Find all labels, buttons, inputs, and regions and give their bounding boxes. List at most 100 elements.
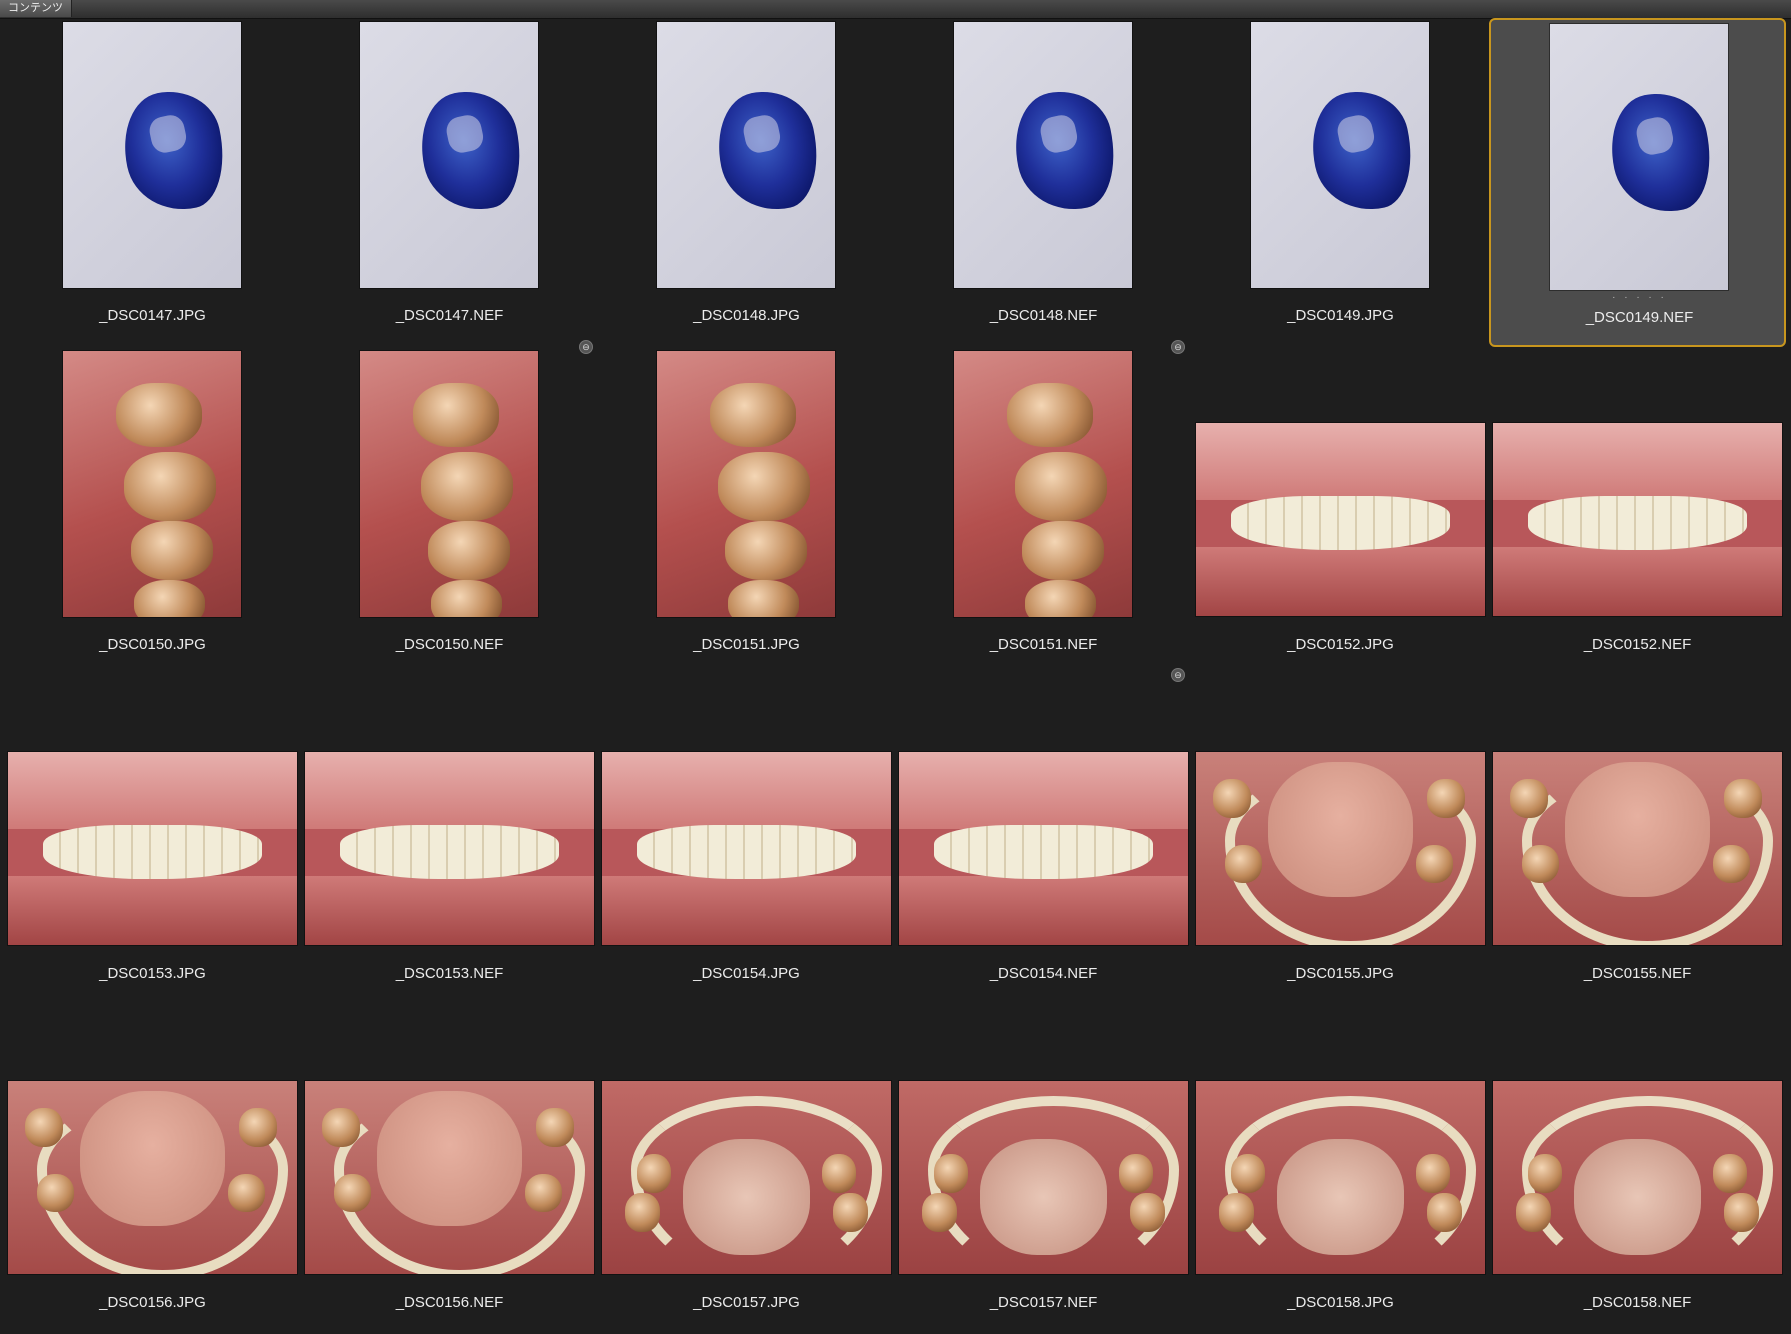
thumbnail-image[interactable] (1196, 752, 1485, 945)
thumbnail-image[interactable] (1493, 423, 1782, 616)
thumbnail-area[interactable] (895, 347, 1192, 617)
thumbnail-area[interactable] (1192, 347, 1489, 617)
thumbnail-filename: _DSC0147.NEF (395, 307, 504, 324)
thumbnail-area[interactable] (598, 676, 895, 946)
thumbnail-area[interactable] (598, 18, 895, 288)
stack-link-icon[interactable]: ⊖ (1171, 340, 1185, 354)
thumbnail-area[interactable] (1192, 676, 1489, 946)
thumbnail-filename: _DSC0151.JPG (693, 636, 800, 653)
thumbnail-area[interactable] (4, 676, 301, 946)
thumbnail-image[interactable] (8, 752, 297, 945)
thumbnail-filename: _DSC0150.JPG (99, 636, 206, 653)
thumbnail-filename: _DSC0155.NEF (1583, 965, 1692, 982)
thumbnail-image[interactable] (8, 1081, 297, 1274)
thumbnail-item[interactable]: _DSC0157.NEF (895, 1005, 1192, 1334)
thumbnail-image[interactable] (1493, 1081, 1782, 1274)
thumbnail-image[interactable] (657, 22, 835, 288)
thumbnail-filename: _DSC0158.NEF (1583, 1294, 1692, 1311)
thumbnail-image[interactable] (360, 22, 538, 288)
rating-dots[interactable]: · · · · · (1491, 292, 1788, 303)
thumbnail-item[interactable]: _DSC0154.NEF (895, 676, 1192, 1005)
thumbnail-item[interactable]: _DSC0158.NEF (1489, 1005, 1786, 1334)
thumbnail-image[interactable] (602, 752, 891, 945)
thumbnail-item[interactable]: _DSC0148.NEF (895, 18, 1192, 347)
thumbnail-item[interactable]: _DSC0153.JPG (4, 676, 301, 1005)
thumbnail-area[interactable] (4, 347, 301, 617)
thumbnail-item[interactable]: _DSC0148.JPG (598, 18, 895, 347)
thumbnail-area[interactable] (1491, 20, 1788, 290)
thumbnail-image[interactable] (305, 1081, 594, 1274)
thumbnail-item[interactable]: _DSC0152.JPG (1192, 347, 1489, 676)
thumbnail-item[interactable]: _DSC0158.JPG (1192, 1005, 1489, 1334)
thumbnail-item[interactable]: _DSC0154.JPG (598, 676, 895, 1005)
thumbnail-area[interactable] (301, 1005, 598, 1275)
thumbnail-filename: _DSC0157.JPG (693, 1294, 800, 1311)
thumbnail-area[interactable] (1192, 18, 1489, 288)
thumbnail-image[interactable] (360, 351, 538, 617)
thumbnail-area[interactable] (598, 347, 895, 617)
thumbnail-image[interactable] (63, 22, 241, 288)
thumbnail-area[interactable] (301, 347, 598, 617)
thumbnail-filename: _DSC0156.NEF (395, 1294, 504, 1311)
thumbnail-item[interactable]: _DSC0151.NEF (895, 347, 1192, 676)
thumbnail-filename: _DSC0154.JPG (693, 965, 800, 982)
thumbnail-image[interactable] (1196, 1081, 1485, 1274)
thumbnail-item[interactable]: _DSC0156.NEF (301, 1005, 598, 1334)
thumbnail-filename: _DSC0152.JPG (1287, 636, 1394, 653)
thumbnail-item[interactable]: _DSC0157.JPG (598, 1005, 895, 1334)
thumbnail-filename: _DSC0157.NEF (989, 1294, 1098, 1311)
thumbnail-area[interactable] (1489, 1005, 1786, 1275)
thumbnail-image[interactable] (899, 1081, 1188, 1274)
thumbnail-area[interactable] (301, 18, 598, 288)
thumbnail-area[interactable] (4, 18, 301, 288)
stack-link-icon[interactable]: ⊖ (1171, 668, 1185, 682)
thumbnail-item[interactable]: _DSC0151.JPG (598, 347, 895, 676)
thumbnail-filename: _DSC0153.NEF (395, 965, 504, 982)
thumbnail-filename: _DSC0152.NEF (1583, 636, 1692, 653)
thumbnail-area[interactable] (1192, 1005, 1489, 1275)
thumbnail-area[interactable] (598, 1005, 895, 1275)
thumbnail-image[interactable] (899, 752, 1188, 945)
thumbnail-image[interactable] (954, 351, 1132, 617)
thumbnail-image[interactable] (954, 22, 1132, 288)
thumbnail-item[interactable]: _DSC0150.JPG (4, 347, 301, 676)
thumbnail-area[interactable] (4, 1005, 301, 1275)
thumbnail-area[interactable] (895, 676, 1192, 946)
thumbnail-image[interactable] (305, 752, 594, 945)
thumbnail-area[interactable] (1489, 676, 1786, 946)
thumbnail-item[interactable]: · · · · · _DSC0149.NEF (1489, 18, 1786, 347)
thumbnail-item[interactable]: _DSC0155.JPG (1192, 676, 1489, 1005)
thumbnail-filename: _DSC0158.JPG (1287, 1294, 1394, 1311)
thumbnail-item[interactable]: _DSC0153.NEF (301, 676, 598, 1005)
thumbnail-filename: _DSC0149.JPG (1287, 307, 1394, 324)
thumbnail-item[interactable]: _DSC0147.NEF (301, 18, 598, 347)
thumbnail-item[interactable]: _DSC0149.JPG (1192, 18, 1489, 347)
thumbnail-image[interactable] (657, 351, 835, 617)
thumbnail-area[interactable] (301, 676, 598, 946)
thumbnail-item[interactable]: _DSC0152.NEF (1489, 347, 1786, 676)
thumbnail-item[interactable]: _DSC0150.NEF (301, 347, 598, 676)
tab-contents[interactable]: コンテンツ (0, 0, 72, 17)
thumbnail-filename: _DSC0147.JPG (99, 307, 206, 324)
thumbnail-filename: _DSC0149.NEF (1585, 309, 1694, 326)
stack-link-icon[interactable]: ⊖ (579, 340, 593, 354)
thumbnail-area[interactable] (895, 18, 1192, 288)
thumbnail-image[interactable] (602, 1081, 891, 1274)
thumbnail-image[interactable] (1550, 24, 1728, 290)
thumbnail-filename: _DSC0150.NEF (395, 636, 504, 653)
thumbnail-area[interactable] (895, 1005, 1192, 1275)
thumbnail-image[interactable] (1493, 752, 1782, 945)
thumbnail-image[interactable] (63, 351, 241, 617)
thumbnail-image[interactable] (1196, 423, 1485, 616)
thumbnail-area[interactable] (1489, 347, 1786, 617)
thumbnail-item[interactable]: _DSC0147.JPG (4, 18, 301, 347)
thumbnail-image[interactable] (1251, 22, 1429, 288)
thumbnail-filename: _DSC0148.NEF (989, 307, 1098, 324)
thumbnail-filename: _DSC0148.JPG (693, 307, 800, 324)
thumbnail-grid: _DSC0147.JPG _DSC0147.NEF _DSC0148.JPG _DSC… (0, 18, 1791, 1315)
thumbnail-item[interactable]: _DSC0156.JPG (4, 1005, 301, 1334)
thumbnail-filename: _DSC0155.JPG (1287, 965, 1394, 982)
thumbnail-filename: _DSC0154.NEF (989, 965, 1098, 982)
thumbnail-filename: _DSC0151.NEF (989, 636, 1098, 653)
thumbnail-item[interactable]: _DSC0155.NEF (1489, 676, 1786, 1005)
